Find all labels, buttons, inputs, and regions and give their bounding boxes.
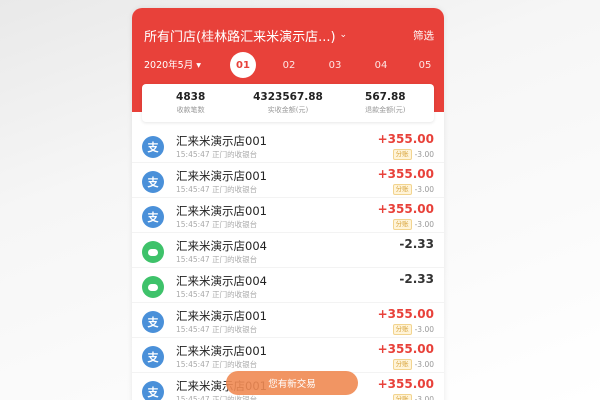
transaction-time: 15:45:47 xyxy=(176,395,210,400)
transaction-meta: 15:45:47 正门的收银台 xyxy=(176,324,257,335)
transaction-meta: 15:45:47 正门的收银台 xyxy=(176,359,257,370)
transaction-meta: 15:45:47 正门的收银台 xyxy=(176,254,257,265)
stat-value: 4838 xyxy=(176,91,206,103)
day-tab-05[interactable]: 05 xyxy=(412,52,438,78)
new-transaction-toast[interactable]: 您有新交易 xyxy=(226,371,358,395)
transaction-row[interactable]: 支汇来米演示店001 15:45:47 正门的收银台 +355.00 分账 -3.00 xyxy=(132,128,444,163)
filter-button[interactable]: 筛选 xyxy=(413,28,434,43)
transaction-store-name: 汇来米演示店001 xyxy=(176,134,267,148)
transaction-amount: +355.00 xyxy=(377,202,434,216)
transaction-store-name: 汇来米演示店001 xyxy=(176,204,267,218)
split-badge: 分账 xyxy=(392,149,412,160)
transaction-amount: +355.00 xyxy=(377,307,434,321)
transaction-meta: 15:45:47 正门的收银台 xyxy=(176,149,257,160)
alipay-icon: 支 xyxy=(142,136,164,158)
transaction-device: 正门的收银台 xyxy=(212,325,258,334)
transaction-sub: 分账 -3.00 xyxy=(392,394,434,400)
transaction-list: 支汇来米演示店001 15:45:47 正门的收银台 +355.00 分账 -3.00 支… xyxy=(132,128,444,400)
day-tab-03[interactable]: 03 xyxy=(322,52,348,78)
transaction-amount: +355.00 xyxy=(377,377,434,391)
transaction-amount: +355.00 xyxy=(377,342,434,356)
transaction-sub: 分账 -3.00 xyxy=(392,219,434,230)
transaction-time: 15:45:47 xyxy=(176,255,210,264)
stat-received: 4323567.88 实收金额(元) xyxy=(239,84,336,122)
phone-screen: 所有门店(桂林路汇来米演示店...) ⌄ 筛选 2020年5月 ▾ 01 02 … xyxy=(132,8,444,400)
store-row: 所有门店(桂林路汇来米演示店...) ⌄ 筛选 xyxy=(144,25,434,45)
split-badge: 分账 xyxy=(392,184,412,195)
transaction-time: 15:45:47 xyxy=(176,290,210,299)
transaction-sub: 分账 -3.00 xyxy=(392,324,434,335)
transaction-amount: -2.33 xyxy=(399,272,434,286)
transaction-fee: -3.00 xyxy=(414,150,434,159)
transaction-device: 正门的收银台 xyxy=(212,150,258,159)
transaction-store-name: 汇来米演示店001 xyxy=(176,309,267,323)
transaction-fee: -3.00 xyxy=(414,220,434,229)
wechat-pay-icon xyxy=(142,276,164,298)
month-selector[interactable]: 2020年5月 ▾ xyxy=(144,57,201,71)
month-label: 2020年5月 xyxy=(144,60,194,71)
alipay-icon: 支 xyxy=(142,206,164,228)
stat-count: 4838 收款笔数 xyxy=(142,84,239,122)
stat-label: 实收金额(元) xyxy=(267,106,309,114)
transaction-row[interactable]: 汇来米演示店004 15:45:47 正门的收银台 -2.33 xyxy=(132,268,444,303)
transaction-meta: 15:45:47 正门的收银台 xyxy=(176,289,257,300)
transaction-row[interactable]: 支汇来米演示店001 15:45:47 正门的收银台 +355.00 分账 -3.00 xyxy=(132,163,444,198)
transaction-device: 正门的收银台 xyxy=(212,360,258,369)
transaction-amount: -2.33 xyxy=(399,237,434,251)
alipay-icon: 支 xyxy=(142,381,164,400)
transaction-fee: -3.00 xyxy=(414,395,434,400)
stat-label: 收款笔数 xyxy=(176,106,205,114)
transaction-fee: -3.00 xyxy=(414,325,434,334)
caret-down-icon: ▾ xyxy=(196,60,202,71)
transaction-time: 15:45:47 xyxy=(176,220,210,229)
day-tab-02[interactable]: 02 xyxy=(276,52,302,78)
day-tab-04[interactable]: 04 xyxy=(368,52,394,78)
transaction-device: 正门的收银台 xyxy=(212,395,258,400)
transaction-store-name: 汇来米演示店001 xyxy=(176,344,267,358)
summary-card: 4838 收款笔数 4323567.88 实收金额(元) 567.88 退款金额… xyxy=(142,84,434,122)
transaction-store-name: 汇来米演示店004 xyxy=(176,274,267,288)
transaction-time: 15:45:47 xyxy=(176,360,210,369)
transaction-fee: -3.00 xyxy=(414,185,434,194)
stat-value: 567.88 xyxy=(365,91,406,103)
stat-refund: 567.88 退款金额(元) xyxy=(337,84,434,122)
transaction-device: 正门的收银台 xyxy=(212,255,258,264)
split-badge: 分账 xyxy=(392,219,412,230)
store-title: 所有门店(桂林路汇来米演示店...) xyxy=(144,29,336,45)
transaction-amount: +355.00 xyxy=(377,132,434,146)
transaction-store-name: 汇来米演示店001 xyxy=(176,169,267,183)
date-selector: 2020年5月 ▾ 01 02 03 04 05 xyxy=(144,52,434,78)
stat-label: 退款金额(元) xyxy=(365,106,406,114)
transaction-store-name: 汇来米演示店004 xyxy=(176,239,267,253)
transaction-device: 正门的收银台 xyxy=(212,185,258,194)
transaction-row[interactable]: 支汇来米演示店001 15:45:47 正门的收银台 +355.00 分账 -3.00 xyxy=(132,198,444,233)
transaction-sub: 分账 -3.00 xyxy=(392,359,434,370)
transaction-time: 15:45:47 xyxy=(176,325,210,334)
transaction-device: 正门的收银台 xyxy=(212,290,258,299)
transaction-device: 正门的收银台 xyxy=(212,220,258,229)
stat-value: 4323567.88 xyxy=(253,91,323,103)
transaction-sub: 分账 -3.00 xyxy=(392,149,434,160)
transaction-meta: 15:45:47 正门的收银台 xyxy=(176,219,257,230)
transaction-fee: -3.00 xyxy=(414,360,434,369)
split-badge: 分账 xyxy=(392,394,412,400)
transaction-row[interactable]: 汇来米演示店004 15:45:47 正门的收银台 -2.33 xyxy=(132,233,444,268)
day-tab-01[interactable]: 01 xyxy=(230,52,256,78)
transaction-amount: +355.00 xyxy=(377,167,434,181)
transaction-time: 15:45:47 xyxy=(176,150,210,159)
alipay-icon: 支 xyxy=(142,311,164,333)
store-selector[interactable]: 所有门店(桂林路汇来米演示店...) ⌄ xyxy=(144,26,347,45)
split-badge: 分账 xyxy=(392,324,412,335)
transaction-row[interactable]: 支汇来米演示店001 15:45:47 正门的收银台 +355.00 分账 -3.00 xyxy=(132,303,444,338)
alipay-icon: 支 xyxy=(142,171,164,193)
transaction-sub: 分账 -3.00 xyxy=(392,184,434,195)
transaction-meta: 15:45:47 正门的收银台 xyxy=(176,184,257,195)
transaction-row[interactable]: 支汇来米演示店001 15:45:47 正门的收银台 +355.00 分账 -3.00 xyxy=(132,338,444,373)
split-badge: 分账 xyxy=(392,359,412,370)
alipay-icon: 支 xyxy=(142,346,164,368)
transaction-time: 15:45:47 xyxy=(176,185,210,194)
chevron-down-icon: ⌄ xyxy=(339,30,348,40)
wechat-pay-icon xyxy=(142,241,164,263)
